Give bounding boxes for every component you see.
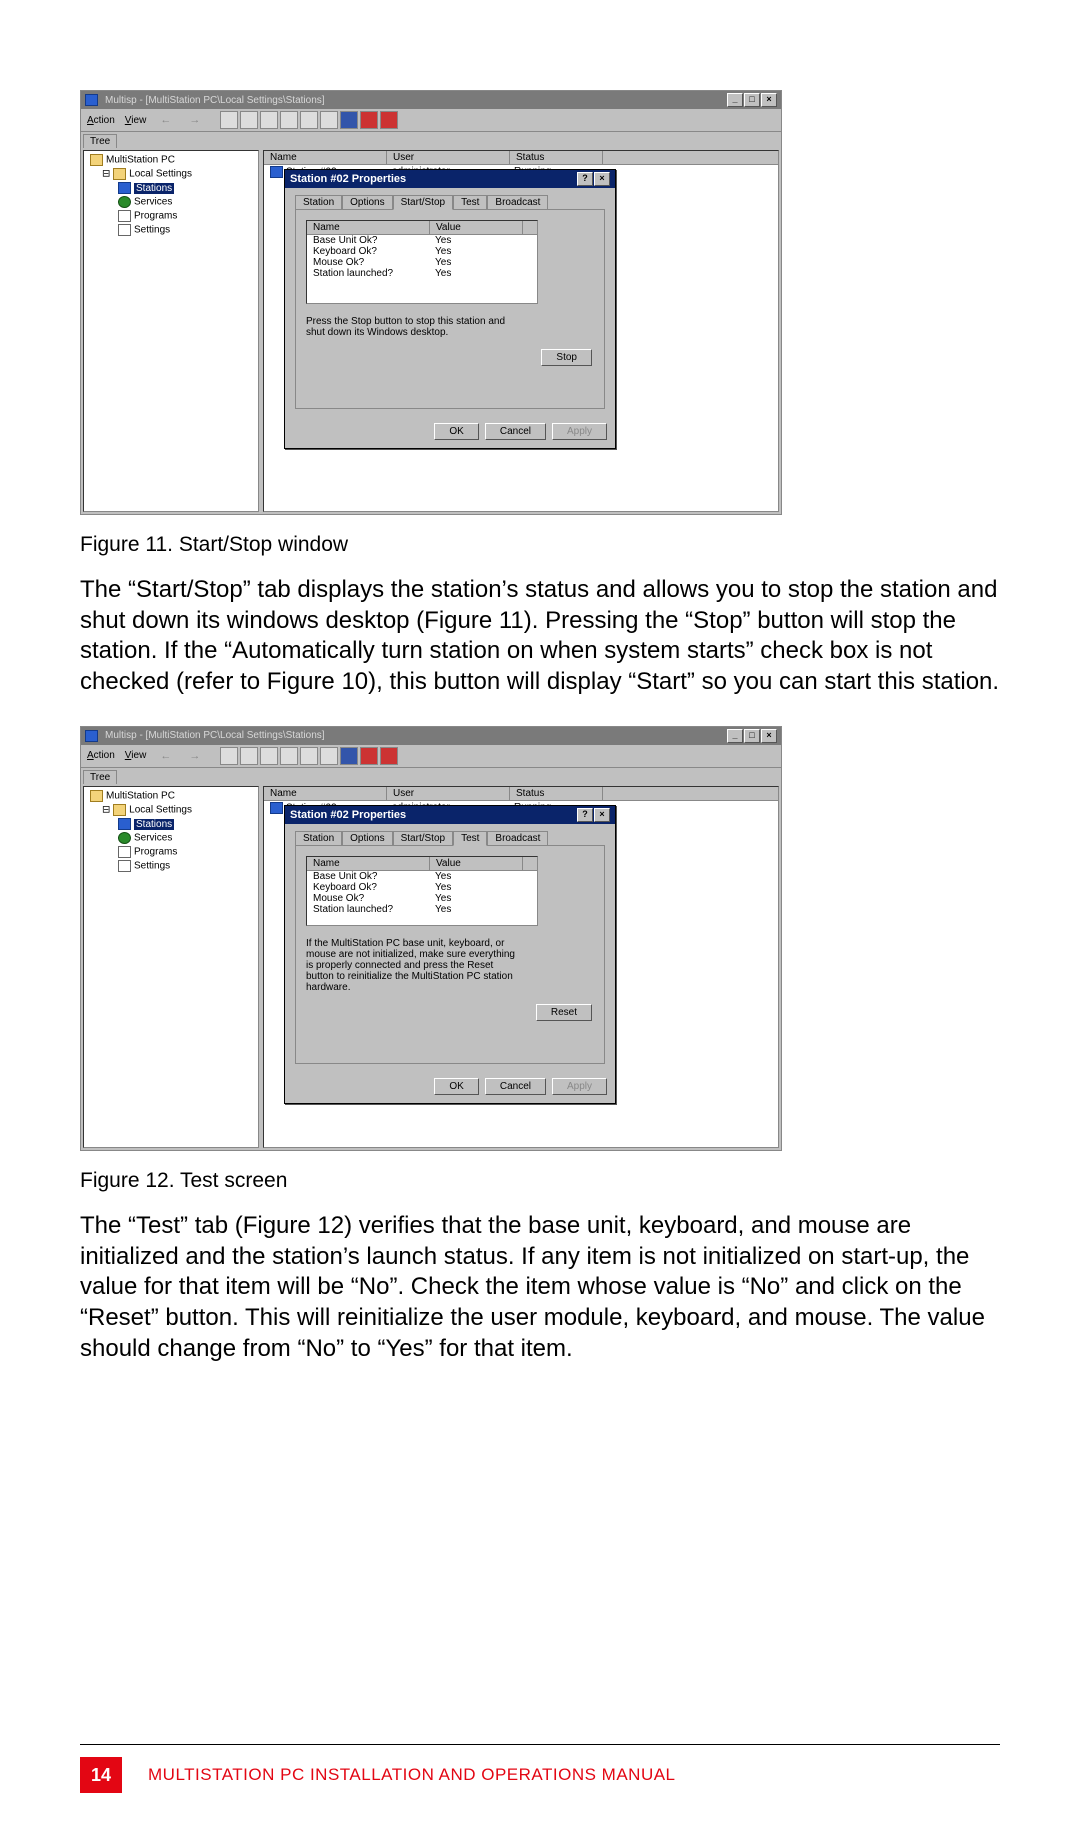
tab-startstop[interactable]: Start/Stop [393, 831, 453, 846]
figure-11-caption: Figure 11. Start/Stop window [80, 533, 1000, 557]
tree-stations[interactable]: Stations [86, 181, 256, 195]
footer-title: MULTISTATION PC INSTALLATION AND OPERATI… [148, 1765, 676, 1785]
apply-button[interactable]: Apply [552, 423, 607, 440]
window-title: Multisp - [MultiStation PC\Local Setting… [105, 95, 325, 106]
page-footer: 14 MULTISTATION PC INSTALLATION AND OPER… [80, 1744, 1000, 1793]
reset-button[interactable]: Reset [536, 1004, 592, 1021]
forward-icon[interactable]: → [185, 750, 204, 762]
close-icon[interactable]: × [761, 729, 777, 743]
toolbar-icon[interactable] [360, 111, 378, 129]
toolbar-icon[interactable] [260, 747, 278, 765]
col-user[interactable]: User [387, 151, 510, 164]
menu-view[interactable]: View [125, 115, 147, 126]
properties-dialog: Station #02 Properties ? × Station Optio… [284, 805, 616, 1104]
toolbar-icon[interactable] [240, 747, 258, 765]
toolbar-icon[interactable] [260, 111, 278, 129]
toolbar-icon[interactable] [360, 747, 378, 765]
tab-test[interactable]: Test [453, 195, 487, 210]
help-icon[interactable]: ? [577, 808, 593, 822]
paragraph-1: The “Start/Stop” tab displays the statio… [80, 575, 1000, 698]
toolbar-icon[interactable] [220, 747, 238, 765]
tree-settings[interactable]: Settings [86, 223, 256, 237]
dialog-title: Station #02 Properties [290, 173, 406, 185]
figure-11-screenshot: Multisp - [MultiStation PC\Local Setting… [80, 90, 782, 515]
properties-dialog: Station #02 Properties ? × Station Optio… [284, 169, 616, 449]
toolbar-icon[interactable] [380, 111, 398, 129]
cancel-button[interactable]: Cancel [485, 1078, 546, 1095]
tab-station[interactable]: Station [295, 195, 342, 210]
tree-pane: MultiStation PC ⊟ Local Settings Station… [83, 150, 259, 512]
toolbar-icon[interactable] [340, 111, 358, 129]
close-icon[interactable]: × [594, 172, 610, 186]
cancel-button[interactable]: Cancel [485, 423, 546, 440]
toolbar-icon[interactable] [240, 111, 258, 129]
ok-button[interactable]: OK [434, 1078, 478, 1095]
menubar: Action View ← → [81, 109, 781, 132]
back-icon[interactable]: ← [156, 750, 175, 762]
app-icon [85, 94, 98, 106]
figure-12-screenshot: Multisp - [MultiStation PC\Local Setting… [80, 726, 782, 1151]
hint-text: If the MultiStation PC base unit, keyboa… [306, 938, 516, 993]
minimize-icon[interactable]: _ [727, 729, 743, 743]
tree-programs[interactable]: Programs [86, 209, 256, 223]
tab-broadcast[interactable]: Broadcast [487, 195, 548, 210]
tree-root[interactable]: MultiStation PC [86, 153, 256, 167]
app-icon [85, 730, 98, 742]
forward-icon[interactable]: → [185, 114, 204, 126]
tab-test[interactable]: Test [453, 831, 487, 846]
property-table: Name Value Base Unit Ok?Yes Keyboard Ok?… [306, 220, 538, 304]
col-name[interactable]: Name [264, 151, 387, 164]
tab-startstop[interactable]: Start/Stop [393, 195, 453, 210]
toolbar-icon[interactable] [340, 747, 358, 765]
col-status[interactable]: Status [510, 151, 603, 164]
menu-action[interactable]: Action [87, 115, 115, 126]
back-icon[interactable]: ← [156, 114, 175, 126]
maximize-icon[interactable]: □ [744, 93, 760, 107]
paragraph-2: The “Test” tab (Figure 12) verifies that… [80, 1211, 1000, 1365]
toolbar-icon[interactable] [300, 111, 318, 129]
list-pane: Name User Status Station #02 administrat… [263, 150, 779, 512]
tab-options[interactable]: Options [342, 831, 392, 846]
close-icon[interactable]: × [761, 93, 777, 107]
hint-text: Press the Stop button to stop this stati… [306, 316, 516, 338]
tab-options[interactable]: Options [342, 195, 392, 210]
tree-services[interactable]: Services [86, 195, 256, 209]
toolbar-icon[interactable] [380, 747, 398, 765]
tab-broadcast[interactable]: Broadcast [487, 831, 548, 846]
toolbar-icon[interactable] [320, 111, 338, 129]
page-number: 14 [80, 1757, 122, 1793]
tree-tab[interactable]: Tree [83, 134, 117, 148]
toolbar-icon[interactable] [280, 747, 298, 765]
close-icon[interactable]: × [594, 808, 610, 822]
help-icon[interactable]: ? [577, 172, 593, 186]
stop-button[interactable]: Stop [541, 349, 592, 366]
maximize-icon[interactable]: □ [744, 729, 760, 743]
tab-station[interactable]: Station [295, 831, 342, 846]
toolbar-icon[interactable] [300, 747, 318, 765]
window-titlebar: Multisp - [MultiStation PC\Local Setting… [81, 91, 781, 109]
apply-button[interactable]: Apply [552, 1078, 607, 1095]
tree-local-settings[interactable]: ⊟ Local Settings [86, 167, 256, 181]
toolbar-icon[interactable] [220, 111, 238, 129]
toolbar-icon[interactable] [320, 747, 338, 765]
figure-12-caption: Figure 12. Test screen [80, 1169, 1000, 1193]
menu-view[interactable]: View [125, 750, 147, 761]
menu-action[interactable]: Action [87, 750, 115, 761]
ok-button[interactable]: OK [434, 423, 478, 440]
minimize-icon[interactable]: _ [727, 93, 743, 107]
toolbar-icon[interactable] [280, 111, 298, 129]
